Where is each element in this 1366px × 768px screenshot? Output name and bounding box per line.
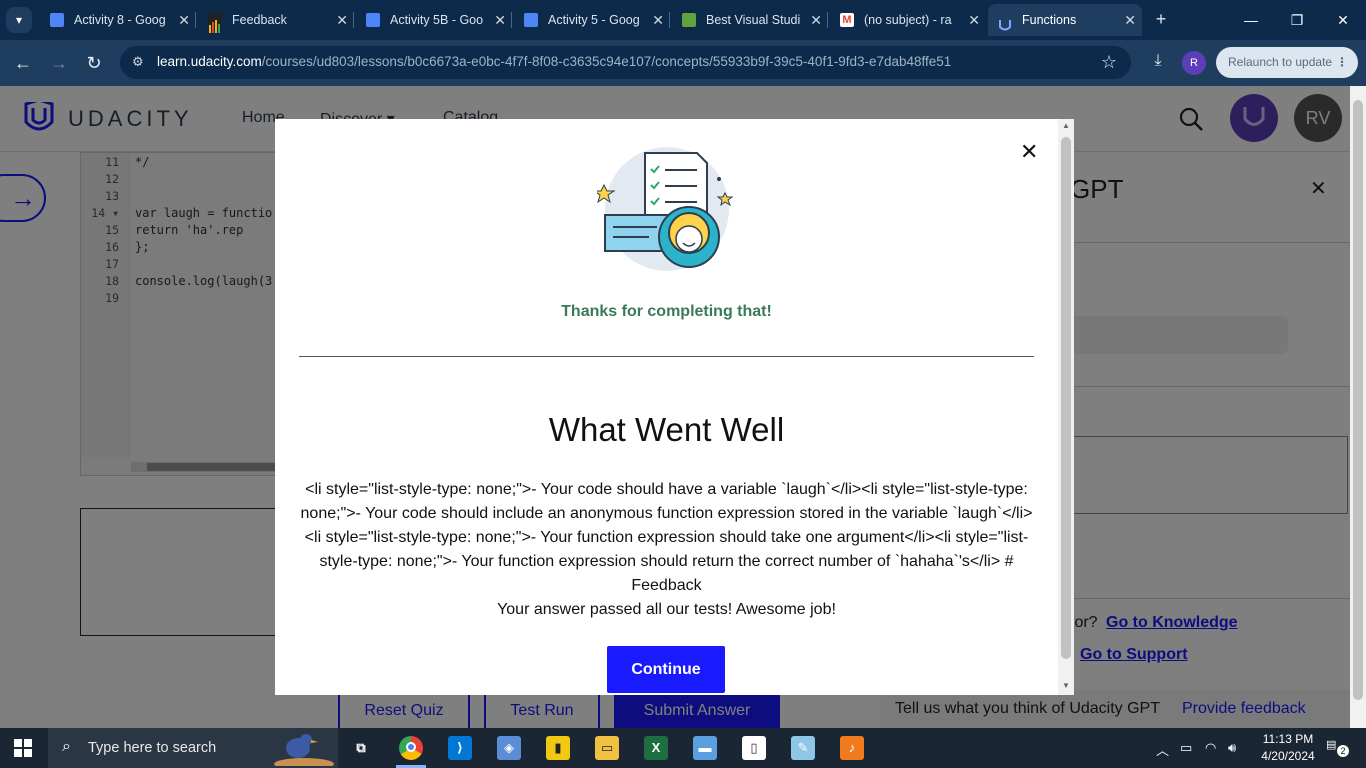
address-bar[interactable]: ⚙ learn.udacity.com/courses/ud803/lesson… bbox=[120, 46, 1131, 79]
clock-date: 4/20/2024 bbox=[1261, 749, 1315, 763]
continue-button[interactable]: Continue bbox=[607, 646, 725, 693]
completion-illustration bbox=[597, 147, 734, 271]
chrome-icon[interactable] bbox=[399, 736, 423, 760]
close-tab-icon[interactable]: ✕ bbox=[652, 4, 664, 36]
modal-divider bbox=[299, 356, 1034, 357]
thanks-message: Thanks for completing that! bbox=[561, 303, 772, 320]
search-icon: ⌕ bbox=[62, 738, 71, 755]
tab-gmail[interactable]: M (no subject) - ra ✕ bbox=[830, 4, 986, 36]
taskbar-search-placeholder: Type here to search bbox=[88, 740, 217, 756]
page-scrollbar[interactable] bbox=[1350, 86, 1366, 728]
3d-box-icon[interactable]: ◈ bbox=[497, 736, 521, 760]
windows-start-icon[interactable] bbox=[14, 739, 32, 757]
reload-icon[interactable]: ↻ bbox=[83, 52, 105, 74]
close-tab-icon[interactable]: ✕ bbox=[336, 4, 348, 36]
task-view-icon[interactable]: ⧉ bbox=[349, 736, 373, 760]
tab-title: Best Visual Studi bbox=[706, 13, 801, 27]
shopify-icon bbox=[682, 13, 696, 27]
close-tab-icon[interactable]: ✕ bbox=[1124, 4, 1136, 36]
url-path: /courses/ud803/lessons/b0c6673a-e0bc-4f7… bbox=[261, 54, 952, 69]
close-window-button[interactable]: ✕ bbox=[1320, 0, 1366, 40]
close-modal-icon[interactable]: ✕ bbox=[1020, 139, 1038, 165]
new-tab-button[interactable]: + bbox=[1150, 8, 1172, 30]
url-domain: learn.udacity.com bbox=[157, 54, 262, 69]
forward-button[interactable]: → bbox=[48, 52, 70, 74]
close-tab-icon[interactable]: ✕ bbox=[968, 4, 980, 36]
tab-feedback[interactable]: Feedback ✕ bbox=[198, 4, 354, 36]
tab-title: Activity 5 - Goog bbox=[548, 13, 640, 27]
clock-time: 11:13 PM bbox=[1262, 732, 1314, 746]
minimize-button[interactable]: — bbox=[1228, 0, 1274, 40]
more-menu-icon[interactable]: ⋮ bbox=[1336, 47, 1348, 78]
tab-best-visual-studio[interactable]: Best Visual Studi ✕ bbox=[672, 4, 828, 36]
show-hidden-icons-icon[interactable]: ︿ bbox=[1156, 740, 1169, 759]
result-message: Your answer passed all our tests! Awesom… bbox=[497, 601, 836, 618]
tab-activity-8[interactable]: Activity 8 - Goog ✕ bbox=[40, 4, 196, 36]
url-text: learn.udacity.com/courses/ud803/lessons/… bbox=[157, 54, 951, 69]
screen: ▾ Activity 8 - Goog ✕ Feedback ✕ Activit… bbox=[0, 0, 1366, 768]
tab-title: Feedback bbox=[232, 13, 287, 27]
file-explorer-icon[interactable]: ▭ bbox=[595, 736, 619, 760]
vscode-icon[interactable]: ⟩ bbox=[448, 736, 472, 760]
close-tab-icon[interactable]: ✕ bbox=[810, 4, 822, 36]
taskbar-search-box[interactable]: ⌕ Type here to search bbox=[48, 728, 338, 768]
tab-title: Activity 8 - Goog bbox=[74, 13, 166, 27]
tab-title: Activity 5B - Goo bbox=[390, 13, 484, 27]
fl-studio-icon[interactable]: ♪ bbox=[840, 736, 864, 760]
tab-title: Functions bbox=[1022, 13, 1077, 27]
wifi-icon[interactable]: ◠ bbox=[1205, 740, 1216, 756]
tab-title: (no subject) - ra bbox=[864, 13, 952, 27]
remote-desktop-icon[interactable]: ▬ bbox=[693, 736, 717, 760]
google-docs-icon bbox=[50, 13, 64, 27]
tab-activity-5[interactable]: Activity 5 - Goog ✕ bbox=[514, 4, 670, 36]
close-tab-icon[interactable]: ✕ bbox=[178, 4, 190, 36]
bookmark-star-icon[interactable]: ☆ bbox=[1101, 52, 1117, 73]
tab-search-button[interactable]: ▾ bbox=[6, 7, 32, 33]
volume-icon[interactable]: 🔊︎ bbox=[1228, 740, 1236, 756]
battery-icon[interactable]: ▭ bbox=[1180, 740, 1192, 756]
back-button[interactable]: ← bbox=[12, 52, 34, 74]
relaunch-label: Relaunch to update bbox=[1228, 55, 1333, 69]
completion-modal: ✕ Thanks for completing that! What Went … bbox=[275, 119, 1074, 695]
tab-functions[interactable]: Functions ✕ bbox=[988, 4, 1142, 36]
restore-button[interactable]: ❐ bbox=[1274, 0, 1320, 40]
document-icon[interactable]: ▯ bbox=[742, 736, 766, 760]
gmail-icon: M bbox=[840, 13, 854, 27]
modal-scrollbar[interactable]: ▲ ▼ bbox=[1058, 119, 1074, 695]
notepad-icon[interactable]: ✎ bbox=[791, 736, 815, 760]
search-highlight-bird-icon bbox=[274, 734, 334, 766]
download-icon[interactable]: ⤓ bbox=[1148, 52, 1168, 72]
modal-heading: What Went Well bbox=[548, 411, 785, 448]
feedback-text: <li style="list-style-type: none;">- You… bbox=[299, 478, 1034, 622]
feedback-raw-html: <li style="list-style-type: none;">- You… bbox=[300, 481, 1033, 594]
tab-activity-5b[interactable]: Activity 5B - Goo ✕ bbox=[356, 4, 512, 36]
notifications-icon[interactable]: ▤ 2 bbox=[1326, 738, 1349, 758]
udacity-icon bbox=[998, 13, 1012, 31]
profile-avatar[interactable]: R bbox=[1182, 51, 1206, 75]
power-bi-icon[interactable]: ▮ bbox=[546, 736, 570, 760]
notification-count: 2 bbox=[1337, 745, 1349, 757]
excel-icon[interactable]: X bbox=[644, 736, 668, 760]
google-docs-icon bbox=[366, 13, 380, 27]
bar-chart-favicon bbox=[208, 13, 222, 33]
system-clock[interactable]: 11:13 PM 4/20/2024 bbox=[1258, 731, 1318, 765]
browser-tab-strip: ▾ Activity 8 - Goog ✕ Feedback ✕ Activit… bbox=[0, 0, 1366, 40]
close-tab-icon[interactable]: ✕ bbox=[494, 4, 506, 36]
windows-taskbar: ⌕ Type here to search ⧉ ⟩ ◈ ▮ ▭ X ▬ ▯ ✎ … bbox=[0, 728, 1366, 768]
relaunch-button[interactable]: Relaunch to update ⋮ bbox=[1216, 47, 1358, 78]
site-info-icon[interactable]: ⚙ bbox=[132, 54, 148, 70]
google-docs-icon bbox=[524, 13, 538, 27]
